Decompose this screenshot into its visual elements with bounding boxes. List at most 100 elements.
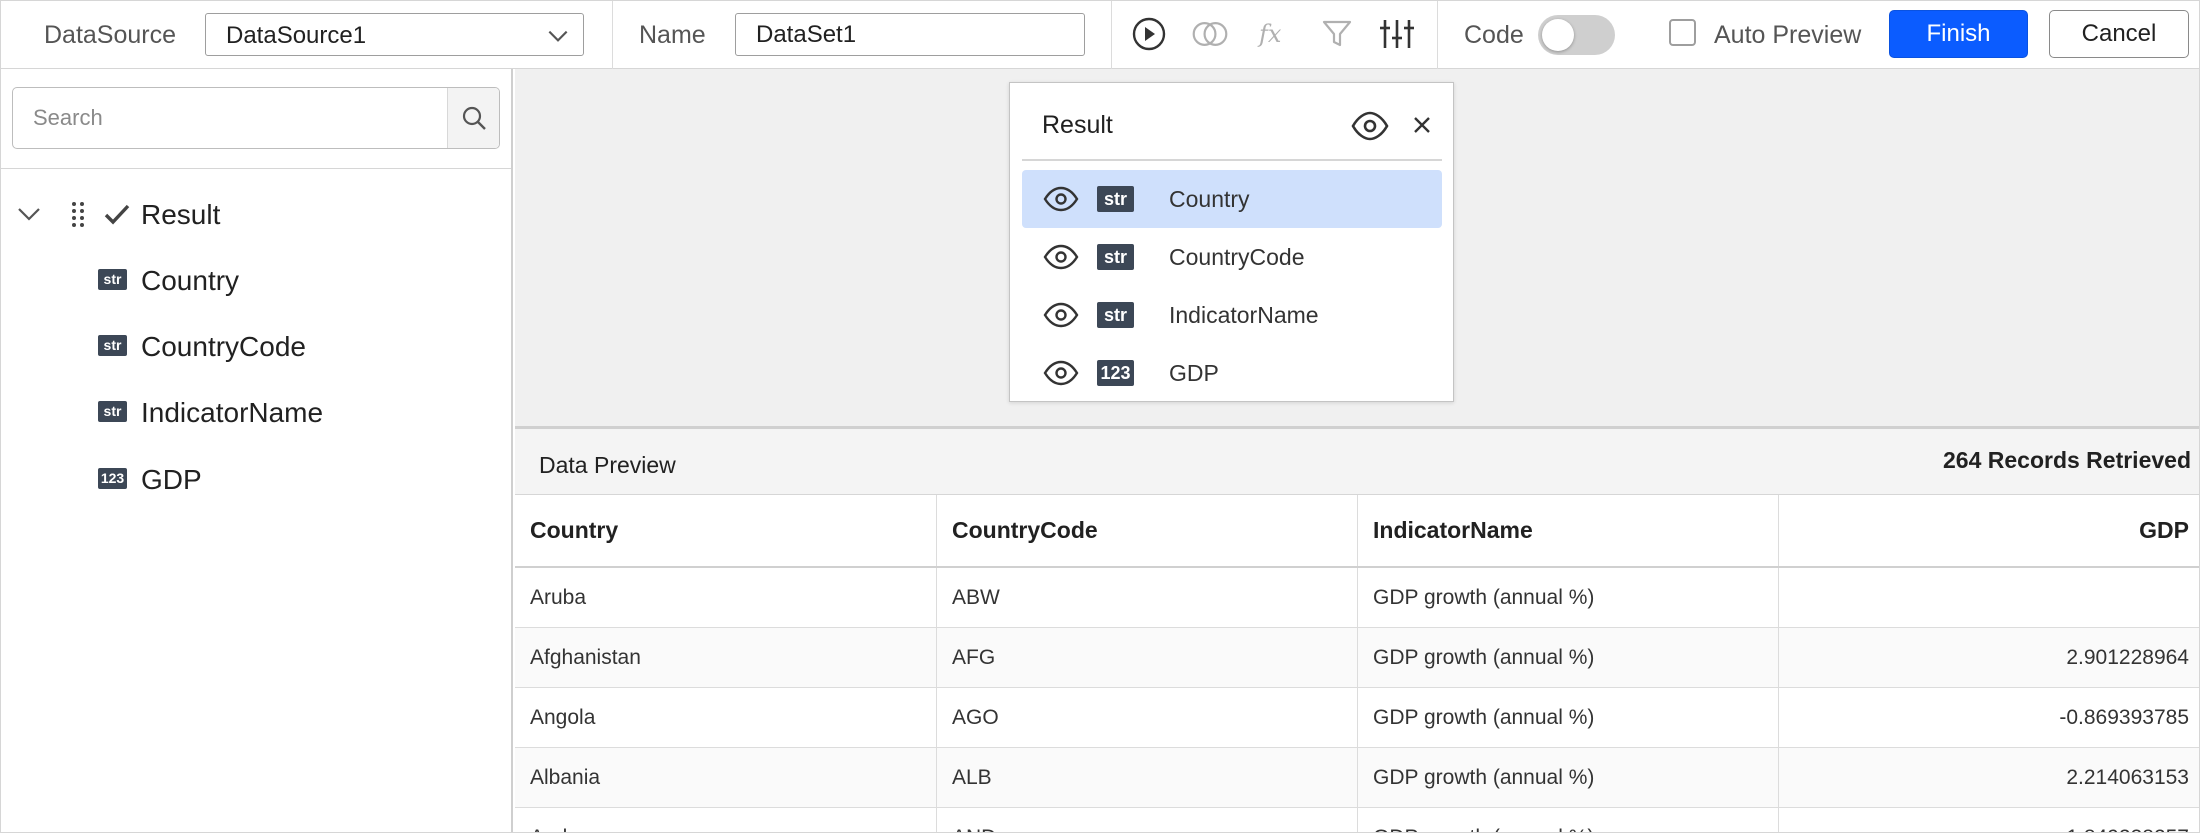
dataset-designer: DataSource DataSource1 Name fx Code Auto… — [0, 0, 2200, 833]
run-icon[interactable] — [1130, 15, 1168, 53]
tree-item-countrycode[interactable]: str CountryCode — [1, 321, 511, 371]
result-field-label: CountryCode — [1169, 244, 1305, 270]
column-header-countrycode[interactable]: CountryCode — [937, 495, 1358, 566]
tree-item-gdp[interactable]: 123 GDP — [1, 454, 511, 504]
card-header-divider — [1022, 159, 1442, 161]
result-table-card[interactable]: Result str Country str CountryCode str I… — [1009, 82, 1454, 402]
dataset-name-input[interactable] — [735, 13, 1085, 56]
drag-handle-icon[interactable] — [69, 200, 87, 228]
result-card-title: Result — [1042, 111, 1113, 139]
checkmark-icon — [104, 204, 130, 225]
grid-header-row: Country CountryCode IndicatorName GDP — [515, 495, 2199, 568]
chevron-down-icon[interactable] — [15, 200, 43, 228]
result-field-label: IndicatorName — [1169, 302, 1319, 328]
data-preview-title: Data Preview — [539, 452, 676, 478]
data-preview-header: Data Preview 264 Records Retrieved — [515, 429, 2199, 495]
number-type-icon: 123 — [1097, 360, 1134, 386]
result-field-country[interactable]: str Country — [1022, 170, 1442, 228]
result-field-countrycode[interactable]: str CountryCode — [1022, 228, 1442, 286]
tree-item-label: GDP — [141, 464, 202, 495]
table-row[interactable]: Andorra AND GDP growth (annual %) 1.8492… — [515, 808, 2199, 833]
svg-text:fx: fx — [1257, 20, 1282, 48]
string-type-icon: str — [98, 269, 127, 290]
eye-icon[interactable] — [1042, 358, 1080, 388]
table-cell: Afghanistan — [515, 628, 937, 687]
tree-item-label: IndicatorName — [141, 397, 324, 428]
code-label: Code — [1464, 21, 1524, 49]
table-cell: AND — [937, 808, 1358, 832]
result-field-indicatorname[interactable]: str IndicatorName — [1022, 286, 1442, 344]
result-field-label: Country — [1169, 186, 1250, 212]
datasource-label: DataSource — [44, 21, 177, 49]
search-box — [12, 87, 500, 149]
tree-item-country[interactable]: str Country — [1, 255, 511, 305]
toggle-knob — [1542, 19, 1574, 51]
close-icon[interactable] — [1410, 113, 1434, 137]
table-row[interactable]: Albania ALB GDP growth (annual %) 2.2140… — [515, 748, 2199, 808]
schema-panel: Result str Country str CountryCode str I… — [1, 69, 513, 832]
number-type-icon: 123 — [98, 468, 127, 489]
formula-icon[interactable]: fx — [1255, 15, 1293, 53]
data-preview-panel: Data Preview 264 Records Retrieved Count… — [515, 426, 2199, 833]
eye-icon[interactable] — [1042, 184, 1080, 214]
table-row[interactable]: Angola AGO GDP growth (annual %) -0.8693… — [515, 688, 2199, 748]
table-cell: AGO — [937, 688, 1358, 747]
table-cell: GDP growth (annual %) — [1358, 748, 1779, 807]
name-label: Name — [639, 21, 706, 49]
column-header-gdp[interactable]: GDP — [1779, 495, 2199, 566]
toolbar-divider — [612, 1, 613, 69]
search-input[interactable] — [13, 88, 447, 148]
finish-button[interactable]: Finish — [1889, 10, 2028, 58]
table-cell: AFG — [937, 628, 1358, 687]
result-field-label: GDP — [1169, 360, 1219, 386]
toolbar-divider — [1437, 1, 1438, 69]
panel-divider — [1, 168, 511, 169]
filter-icon[interactable] — [1318, 15, 1356, 53]
table-cell: Aruba — [515, 568, 937, 627]
table-cell: -0.869393785 — [2059, 705, 2189, 729]
table-cell: GDP growth (annual %) — [1358, 808, 1779, 832]
table-cell: Andorra — [515, 808, 937, 832]
table-cell: 1.849238257 — [1779, 808, 2199, 833]
string-type-icon: str — [98, 401, 127, 422]
auto-preview-label: Auto Preview — [1714, 21, 1862, 49]
table-cell: 2.214063153 — [2066, 765, 2189, 789]
eye-icon[interactable] — [1042, 242, 1080, 272]
column-header-indicatorname[interactable]: IndicatorName — [1358, 495, 1779, 566]
table-cell: GDP growth (annual %) — [1358, 628, 1779, 687]
result-field-gdp[interactable]: 123 GDP — [1022, 344, 1442, 402]
table-row[interactable]: Aruba ABW GDP growth (annual %) — [515, 568, 2199, 628]
tree-root-label: Result — [141, 199, 221, 230]
datasource-dropdown[interactable]: DataSource1 — [205, 13, 584, 56]
datasource-value: DataSource1 — [226, 22, 367, 49]
string-type-icon: str — [1097, 302, 1134, 328]
records-count: 264 Records Retrieved — [1942, 447, 2191, 473]
column-header-country[interactable]: Country — [515, 495, 937, 566]
table-cell: Angola — [515, 688, 937, 747]
tree-item-label: Country — [141, 265, 240, 296]
chevron-down-icon — [548, 30, 568, 42]
string-type-icon: str — [1097, 244, 1134, 270]
design-canvas: Result str Country str CountryCode str I… — [515, 69, 2199, 426]
tree-item-indicatorname[interactable]: str IndicatorName — [1, 387, 511, 437]
table-cell — [1779, 568, 2199, 627]
table-cell: ALB — [937, 748, 1358, 807]
join-icon[interactable] — [1191, 15, 1229, 53]
code-toggle[interactable] — [1538, 15, 1615, 55]
table-row[interactable]: Afghanistan AFG GDP growth (annual %) 2.… — [515, 628, 2199, 688]
string-type-icon: str — [1097, 186, 1134, 212]
search-icon — [462, 106, 486, 130]
cancel-button[interactable]: Cancel — [2049, 10, 2189, 58]
auto-preview-checkbox[interactable] — [1669, 19, 1696, 46]
string-type-icon: str — [98, 335, 127, 356]
eye-icon[interactable] — [1350, 109, 1390, 143]
search-button[interactable] — [447, 88, 499, 148]
table-cell: ABW — [937, 568, 1358, 627]
settings-sliders-icon[interactable] — [1378, 15, 1416, 53]
tree-item-label: CountryCode — [141, 331, 306, 362]
table-cell: GDP growth (annual %) — [1358, 568, 1779, 627]
table-cell: Albania — [515, 748, 937, 807]
table-cell: 2.901228964 — [2066, 645, 2189, 669]
eye-icon[interactable] — [1042, 300, 1080, 330]
tree-root-result[interactable]: Result — [1, 189, 511, 239]
